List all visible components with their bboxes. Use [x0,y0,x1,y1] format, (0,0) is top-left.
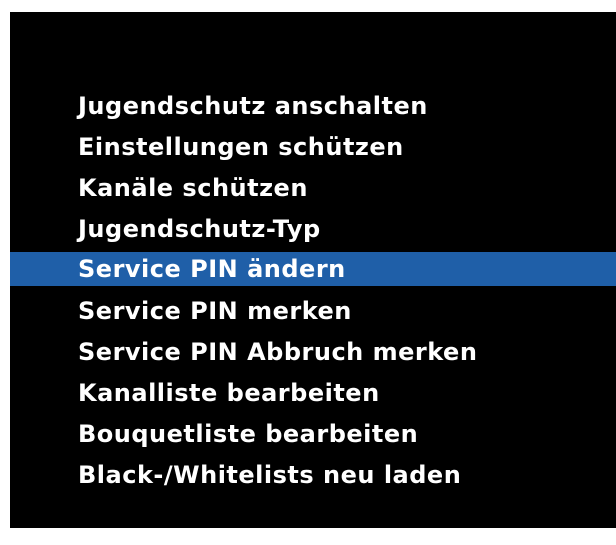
menu-item-bouquetliste-bearbeiten[interactable]: Bouquetliste bearbeiten [10,414,616,455]
menu-item-jugendschutz-anschalten[interactable]: Jugendschutz anschalten [10,86,616,127]
menu-item-kanaele-schuetzen[interactable]: Kanäle schützen [10,168,616,209]
menu-item-service-pin-aendern[interactable]: Service PIN ändern [10,252,616,286]
menu-item-black-whitelists-neu-laden[interactable]: Black-/Whitelists neu laden [10,455,616,496]
tv-screen: Jugendschutz anschalten Einstellungen sc… [10,12,616,528]
menu-item-einstellungen-schuetzen[interactable]: Einstellungen schützen [10,127,616,168]
menu-item-kanalliste-bearbeiten[interactable]: Kanalliste bearbeiten [10,373,616,414]
menu-item-service-pin-merken[interactable]: Service PIN merken [10,291,616,332]
parental-control-menu: Jugendschutz anschalten Einstellungen sc… [10,86,616,496]
menu-item-jugendschutz-typ[interactable]: Jugendschutz-Typ [10,209,616,250]
menu-item-service-pin-abbruch-merken[interactable]: Service PIN Abbruch merken [10,332,616,373]
